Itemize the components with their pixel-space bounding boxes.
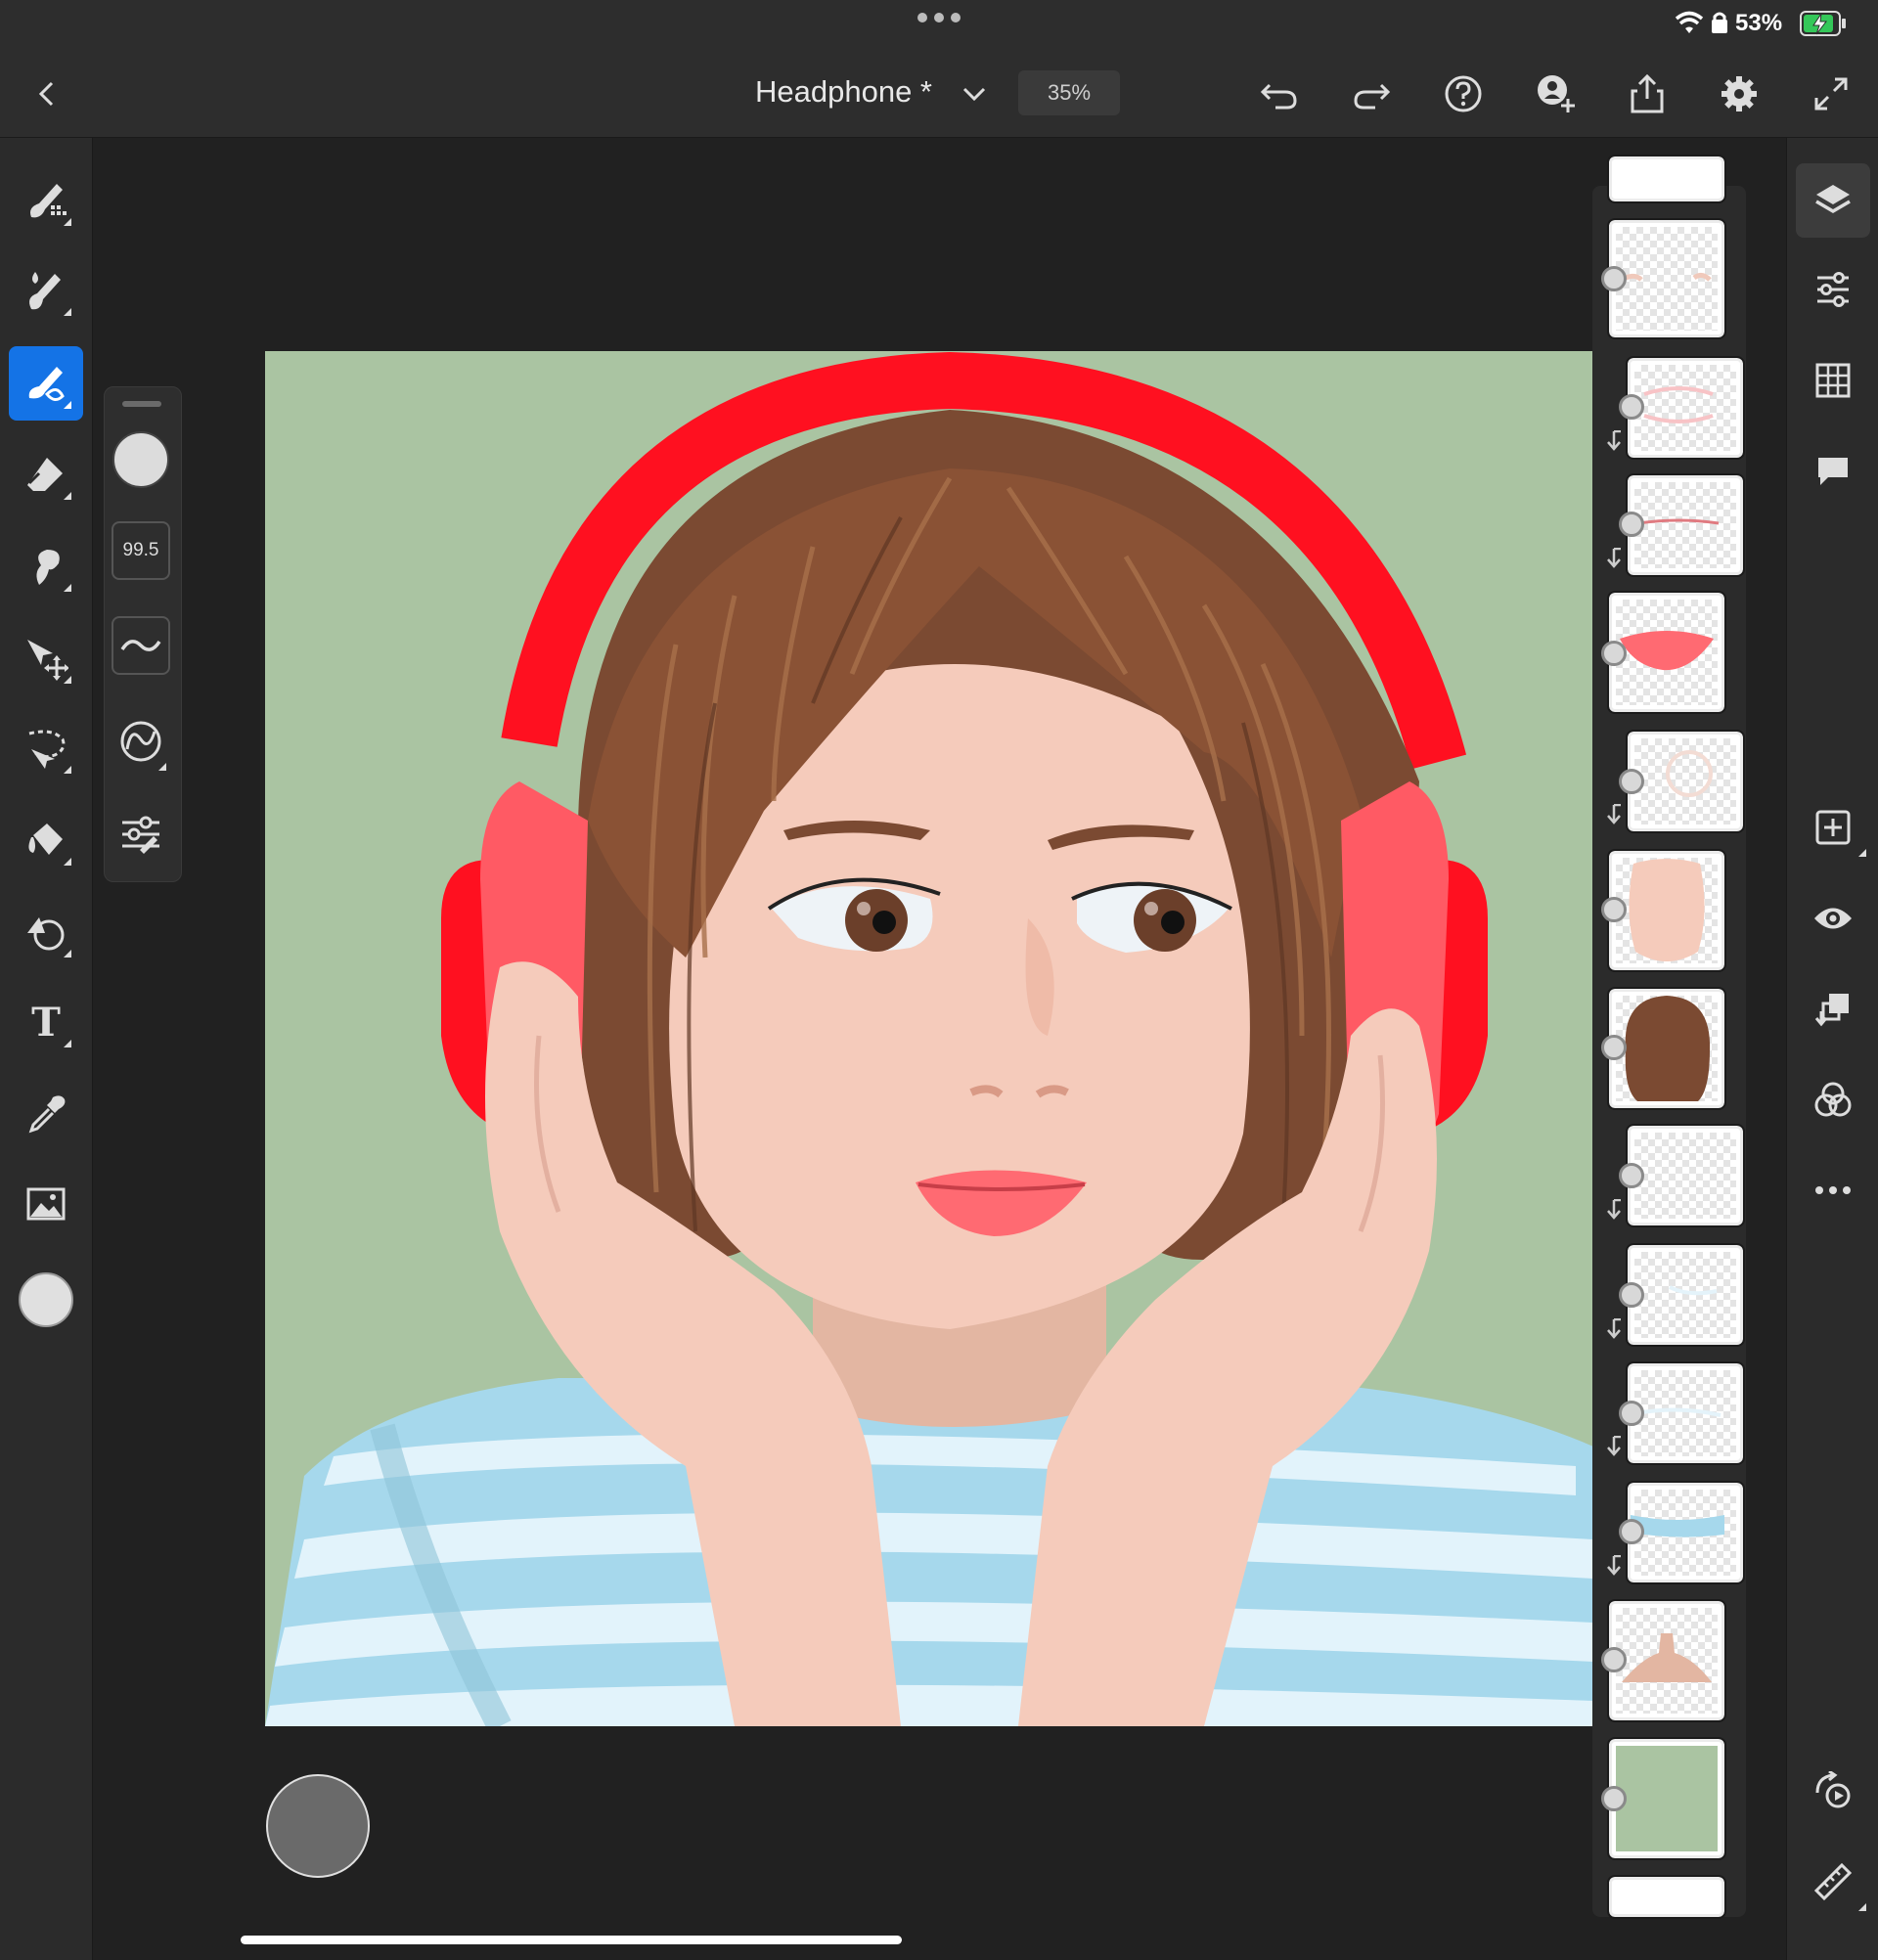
layer-visibility-toggle[interactable] — [1619, 1282, 1644, 1308]
ruler-icon[interactable] — [1796, 1845, 1870, 1919]
layer-visibility-toggle[interactable] — [1601, 1035, 1627, 1060]
eyedropper-tool[interactable] — [9, 1077, 83, 1151]
top-bar: 53% Headphone * 35% — [0, 0, 1878, 138]
more-icon[interactable] — [1796, 1153, 1870, 1227]
layer-visibility-toggle[interactable] — [1619, 512, 1644, 537]
multitasking-dots-icon[interactable] — [915, 10, 963, 25]
mask-icon[interactable] — [1796, 972, 1870, 1047]
clipping-mask-icon — [1605, 1555, 1623, 1577]
layer-visibility-toggle[interactable] — [1619, 769, 1644, 794]
fill-tool[interactable] — [9, 803, 83, 877]
document-title[interactable]: Headphone * — [755, 74, 932, 110]
transform-tool[interactable] — [9, 621, 83, 695]
blend-icon[interactable] — [1796, 1063, 1870, 1137]
left-toolbar: T — [0, 138, 93, 1960]
clipping-mask-icon — [1605, 804, 1623, 825]
fullscreen-icon[interactable] — [1806, 68, 1856, 119]
pixel-brush-tool[interactable] — [9, 163, 83, 238]
redo-icon[interactable] — [1346, 68, 1397, 119]
invite-icon[interactable] — [1530, 68, 1581, 119]
layer-visibility-toggle[interactable] — [1601, 897, 1627, 922]
layer-visibility-toggle[interactable] — [1619, 394, 1644, 420]
color-swatch[interactable] — [9, 1263, 83, 1337]
layer-shirt-shade-1[interactable] — [1626, 1243, 1745, 1347]
help-icon[interactable] — [1438, 68, 1489, 119]
zoom-level[interactable]: 35% — [1018, 70, 1120, 115]
panel-grab-handle[interactable] — [122, 401, 161, 407]
layer-lip-line[interactable] — [1626, 473, 1745, 577]
layer-face-shading[interactable] — [1626, 730, 1745, 833]
adjustments-icon[interactable] — [1796, 252, 1870, 327]
clipping-mask-icon — [1605, 1436, 1623, 1457]
layer-shirt-stripes[interactable] — [1626, 1481, 1745, 1584]
lock-icon — [1710, 11, 1729, 34]
home-indicator[interactable] — [241, 1936, 902, 1944]
grid-icon[interactable] — [1796, 343, 1870, 418]
layer-visibility-toggle[interactable] — [1601, 266, 1627, 291]
smudge-tool[interactable] — [9, 529, 83, 603]
battery-percent: 53% — [1735, 10, 1783, 36]
brush-type-icon[interactable] — [115, 716, 170, 775]
back-icon[interactable] — [22, 68, 72, 119]
title-chevron-icon[interactable] — [949, 68, 1000, 119]
eraser-tool[interactable] — [9, 437, 83, 512]
brush-preview[interactable] — [112, 430, 170, 489]
visibility-icon[interactable] — [1796, 881, 1870, 956]
layer-empty-1[interactable] — [1626, 1124, 1745, 1227]
layer-shirt-shade-2[interactable] — [1626, 1361, 1745, 1465]
text-tool[interactable]: T — [9, 985, 83, 1059]
floating-modifier-button[interactable] — [265, 1773, 371, 1879]
add-layer-icon[interactable] — [1796, 790, 1870, 865]
replay-icon[interactable] — [1796, 1754, 1870, 1828]
layer-top-partial[interactable] — [1607, 155, 1726, 203]
text-tool-glyph: T — [31, 999, 61, 1046]
smoothing-icon[interactable] — [112, 616, 170, 675]
wifi-icon — [1675, 10, 1704, 35]
shape-tool[interactable] — [9, 895, 83, 969]
undo-icon[interactable] — [1254, 68, 1305, 119]
brush-settings-icon[interactable] — [118, 815, 163, 854]
vector-brush-tool[interactable] — [9, 346, 83, 421]
layer-visibility-toggle[interactable] — [1601, 641, 1627, 666]
right-rail — [1786, 138, 1878, 1960]
layer-visibility-toggle[interactable] — [1619, 1401, 1644, 1426]
artwork-canvas[interactable] — [265, 351, 1593, 1726]
clipping-mask-icon — [1605, 430, 1623, 452]
layers-icon[interactable] — [1796, 163, 1870, 238]
layer-visibility-toggle[interactable] — [1619, 1519, 1644, 1544]
layer-visibility-toggle[interactable] — [1601, 1647, 1627, 1672]
battery-charging-icon — [1800, 10, 1847, 37]
layer-lip-highlight[interactable] — [1626, 356, 1745, 460]
layer-visibility-toggle[interactable] — [1619, 1163, 1644, 1188]
clipping-mask-icon — [1605, 1318, 1623, 1340]
layer-visibility-toggle[interactable] — [1601, 1786, 1627, 1811]
comments-icon[interactable] — [1796, 433, 1870, 508]
live-brush-tool[interactable] — [9, 253, 83, 328]
layer-bottom-partial[interactable] — [1607, 1875, 1726, 1919]
share-icon[interactable] — [1622, 68, 1673, 119]
selection-tool[interactable] — [9, 711, 83, 785]
brush-size[interactable]: 99.5 — [112, 521, 170, 580]
settings-icon[interactable] — [1714, 68, 1765, 119]
image-tool[interactable] — [9, 1167, 83, 1241]
clipping-mask-icon — [1605, 548, 1623, 569]
clipping-mask-icon — [1605, 1199, 1623, 1221]
